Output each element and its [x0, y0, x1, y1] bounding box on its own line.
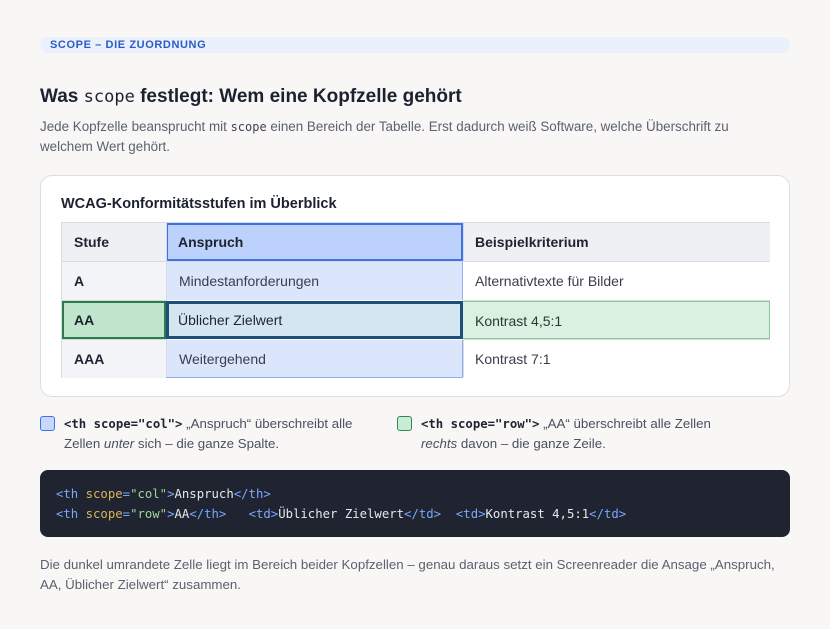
col-legend-code: <th scope="col"> [64, 417, 183, 431]
code-token: <th [56, 487, 79, 501]
section-eyebrow: SCOPE – DIE ZUORDNUNG [40, 37, 790, 53]
row-header-aaa: AAA [62, 340, 166, 378]
row-legend-text: <th scope="row"> „AA“ überschreibt alle … [421, 414, 761, 453]
row-legend-swatch [397, 416, 412, 431]
table-card: WCAG-Konformitätsstufen im Überblick Stu… [40, 175, 790, 397]
intro-code: scope [230, 120, 267, 134]
code-example: <th scope="col">Anspruch</th> <th scope=… [40, 470, 790, 537]
header-beispielkriterium: Beispielkriterium [463, 223, 770, 261]
header-stufe: Stufe [62, 223, 166, 261]
grid-line [62, 339, 166, 340]
code-token: = [122, 507, 131, 521]
code-line-1: <th scope="col">Anspruch</th> [56, 487, 271, 501]
code-token: </th> [189, 507, 227, 521]
intro-pre: Jede Kopfzelle beansprucht mit [40, 119, 231, 134]
cell-aa-anspruch-target: Üblicher Zielwert [166, 301, 463, 339]
grid-line [463, 339, 769, 340]
row-legend-code: <th scope="row"> [421, 417, 540, 431]
grid-line [463, 223, 464, 261]
title-pre: Was [40, 86, 84, 107]
title-code: scope [83, 87, 135, 107]
code-line-2: <th scope="row">AA</th> <td>Üblicher Zie… [56, 507, 626, 521]
grid-line [166, 223, 167, 301]
intro-text: Jede Kopfzelle beansprucht mit scope ein… [40, 117, 760, 157]
col-legend-line2b: sich – die ganze Spalte. [134, 436, 280, 451]
code-token: = [122, 487, 131, 501]
code-token: scope [85, 507, 123, 521]
grid-line [463, 339, 464, 377]
code-token: Kontrast 4,5:1 [485, 507, 590, 521]
col-legend-line2a: Zellen [64, 436, 104, 451]
row-legend-emphasis: rechts [421, 436, 458, 451]
cell-a-beispiel: Alternativtexte für Bilder [463, 262, 770, 300]
row-header-aa: AA [62, 301, 166, 339]
row-legend-line1: „AA“ überschreibt alle Zellen [539, 416, 711, 431]
table-caption: WCAG-Konformitätsstufen im Überblick [61, 196, 337, 212]
col-legend-swatch [40, 416, 55, 431]
code-token: "row" [130, 507, 168, 521]
page-title: Was scope festlegt: Wem eine Kopfzelle g… [40, 86, 462, 108]
row-header-a: A [62, 262, 166, 300]
code-token: </th> [233, 487, 271, 501]
code-token: </td> [404, 507, 442, 521]
row-legend-line2b: davon – die ganze Zeile. [457, 436, 606, 451]
col-legend-text: <th scope="col"> „Anspruch“ überschreibt… [64, 414, 364, 453]
code-token: Üblicher Zielwert [278, 507, 405, 521]
code-token: <td> [248, 507, 279, 521]
code-token: scope [85, 487, 123, 501]
code-token: "col" [130, 487, 168, 501]
code-token: > [167, 487, 175, 501]
col-legend-line1: „Anspruch“ überschreibt alle [182, 416, 353, 431]
col-legend-emphasis: unter [103, 436, 135, 451]
title-post: festlegt: Wem eine Kopfzelle gehört [134, 86, 462, 107]
code-token: > [167, 507, 175, 521]
header-anspruch: Anspruch [166, 223, 463, 261]
grid-line [166, 339, 167, 377]
footer-note: Die dunkel umrandete Zelle liegt im Bere… [40, 557, 775, 592]
code-token: AA [174, 507, 190, 521]
code-token: </td> [589, 507, 627, 521]
grid-line [62, 261, 769, 262]
cell-aaa-beispiel: Kontrast 7:1 [463, 340, 770, 378]
code-token: <th [56, 507, 79, 521]
grid-line [463, 300, 769, 301]
grid-line [62, 300, 166, 301]
code-token: <td> [455, 507, 486, 521]
cell-aaa-anspruch: Weitergehend [166, 340, 463, 378]
code-token: Anspruch [174, 487, 234, 501]
cell-aa-beispiel: Kontrast 4,5:1 [463, 301, 770, 339]
wcag-table: Stufe Anspruch Beispielkriterium A Minde… [61, 222, 770, 378]
cell-a-anspruch: Mindestanforderungen [166, 262, 463, 300]
